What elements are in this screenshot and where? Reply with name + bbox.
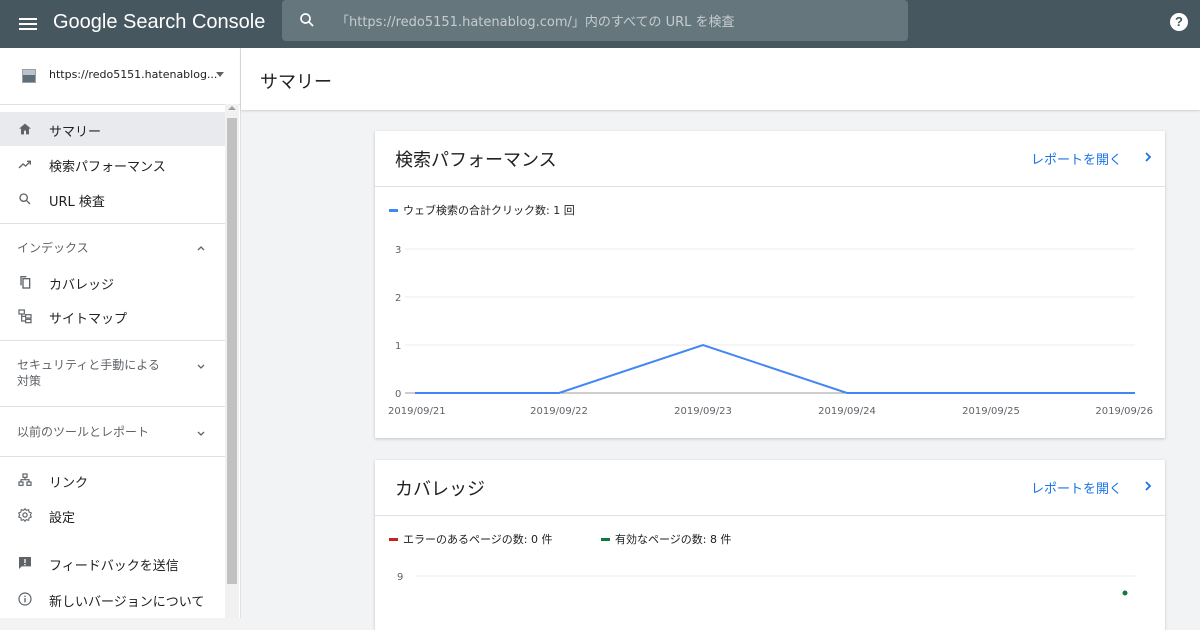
property-url: https://redo5151.hatenablog... — [49, 68, 217, 81]
y-tick-label: 9 — [397, 572, 403, 583]
x-tick-label: 2019/09/24 — [818, 406, 876, 417]
chevron-down-icon[interactable] — [196, 361, 206, 371]
sitemap-icon — [17, 308, 33, 324]
sidebar: https://redo5151.hatenablog... サマリー 検索パフ… — [0, 48, 241, 618]
sidebar-item-label: 検索パフォーマンス — [49, 156, 166, 175]
chevron-down-icon[interactable] — [196, 428, 206, 438]
x-tick-label: 2019/09/25 — [962, 406, 1020, 417]
home-icon — [17, 121, 33, 137]
info-icon — [17, 591, 33, 607]
links-icon — [17, 472, 33, 488]
search-icon — [17, 191, 33, 207]
sidebar-item-feedback[interactable]: フィードバックを送信 — [0, 546, 225, 580]
sidebar-item-links[interactable]: リンク — [0, 463, 225, 497]
app-title[interactable]: Google Search Console — [53, 11, 265, 34]
performance-card: 検索パフォーマンス レポートを開く ウェブ検索の合計クリック数: 1 回 012… — [375, 131, 1165, 438]
search-icon[interactable] — [298, 11, 316, 29]
trending-up-icon — [17, 156, 33, 172]
sidebar-item-summary[interactable]: サマリー — [0, 112, 225, 146]
url-inspection-input[interactable] — [334, 12, 898, 32]
x-tick-label: 2019/09/22 — [530, 406, 588, 417]
sidebar-item-performance[interactable]: 検索パフォーマンス — [0, 147, 225, 181]
sidebar-item-coverage[interactable]: カバレッジ — [0, 265, 225, 299]
performance-line-chart: 0 1 2 3 2019/09/21 2019/09/22 2019/09/23 2019/0… — [375, 131, 1165, 438]
section-label: セキュリティと手動による対策 — [17, 357, 160, 389]
property-favicon-icon — [22, 69, 36, 83]
coverage-chart: 9 — [375, 460, 1165, 630]
x-tick-label: 2019/09/26 — [1095, 406, 1153, 417]
sidebar-item-about-new-version[interactable]: 新しいバージョンについて — [0, 582, 225, 616]
page-header: サマリー — [241, 48, 1200, 110]
sidebar-divider — [0, 406, 225, 407]
x-tick-label: 2019/09/21 — [388, 406, 446, 417]
y-tick-label: 1 — [395, 341, 401, 352]
section-label-line2: 対策 — [17, 374, 41, 388]
help-icon[interactable]: ? — [1170, 13, 1188, 31]
sidebar-item-label: フィードバックを送信 — [49, 555, 179, 574]
sidebar-item-label: 設定 — [49, 507, 75, 526]
sidebar-divider — [0, 340, 225, 341]
sidebar-item-label: サマリー — [49, 121, 101, 140]
dropdown-arrow-icon[interactable] — [216, 72, 224, 77]
y-tick-label: 0 — [395, 389, 401, 400]
section-security-header[interactable]: セキュリティと手動による対策 — [0, 349, 225, 395]
sidebar-item-label: 新しいバージョンについて — [49, 591, 204, 610]
sidebar-item-label: サイトマップ — [49, 308, 127, 327]
top-app-bar: Google Search Console ? — [0, 0, 1200, 48]
section-index-header[interactable]: インデックス — [0, 234, 225, 264]
sidebar-divider — [0, 223, 225, 224]
sidebar-scrollbar[interactable] — [225, 104, 239, 618]
feedback-icon — [17, 555, 33, 571]
section-legacy-header[interactable]: 以前のツールとレポート — [0, 416, 225, 448]
valid-pages-point — [1123, 591, 1128, 596]
sidebar-item-label: リンク — [49, 472, 88, 491]
y-tick-label: 3 — [395, 245, 401, 256]
url-inspection-search-box[interactable] — [282, 0, 908, 41]
coverage-card: カバレッジ レポートを開く エラーのあるページの数: 0 件 有効なページの数:… — [375, 460, 1165, 630]
section-label: 以前のツールとレポート — [17, 424, 149, 440]
scrollbar-thumb[interactable] — [227, 118, 237, 584]
chevron-up-icon[interactable] — [196, 243, 206, 253]
scroll-up-icon[interactable] — [228, 106, 236, 110]
menu-icon[interactable] — [16, 12, 40, 36]
sidebar-item-label: URL 検査 — [49, 191, 105, 210]
copy-icon — [17, 274, 33, 290]
x-tick-label: 2019/09/23 — [674, 406, 732, 417]
sidebar-item-settings[interactable]: 設定 — [0, 498, 225, 532]
series-line — [415, 345, 1135, 393]
sidebar-item-label: カバレッジ — [49, 274, 114, 293]
property-selector[interactable]: https://redo5151.hatenablog... — [0, 48, 240, 105]
sidebar-item-sitemaps[interactable]: サイトマップ — [0, 299, 225, 333]
settings-icon — [17, 507, 33, 523]
page-title: サマリー — [260, 68, 332, 94]
section-label: インデックス — [17, 240, 89, 256]
sidebar-divider — [0, 456, 225, 457]
sidebar-item-url-inspection[interactable]: URL 検査 — [0, 182, 225, 216]
section-label-line1: セキュリティと手動による — [17, 358, 160, 372]
y-tick-label: 2 — [395, 293, 401, 304]
